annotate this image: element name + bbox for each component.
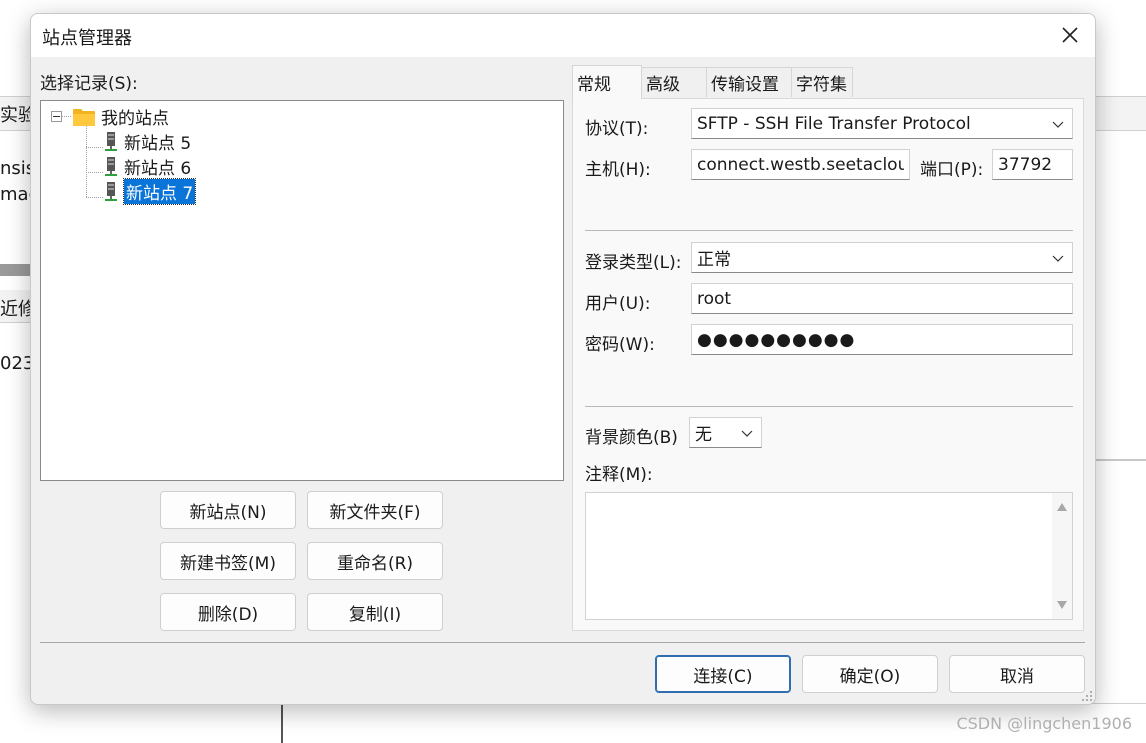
connect-button[interactable]: 连接(C)	[655, 655, 791, 693]
background-color-value: 无	[695, 425, 712, 445]
tree-root-my-sites[interactable]: 我的站点	[72, 104, 169, 129]
server-icon	[105, 182, 117, 201]
password-label: 密码(W):	[585, 335, 655, 355]
select-entry-label: 选择记录(S):	[40, 74, 138, 94]
dialog-title: 站点管理器	[42, 28, 132, 49]
tree-root-label: 我的站点	[101, 109, 169, 129]
background-text: 023/	[0, 353, 30, 374]
chevron-down-icon	[741, 430, 753, 437]
rename-button[interactable]: 重命名(R)	[307, 542, 443, 580]
background-divider	[281, 703, 283, 743]
background-scrollbar	[0, 264, 30, 276]
background-text: nsis	[0, 158, 30, 179]
resize-grip-icon[interactable]	[1081, 690, 1093, 702]
tab-transfer-settings[interactable]: 传输设置	[706, 67, 792, 97]
new-bookmark-button[interactable]: 新建书签(M)	[160, 542, 296, 580]
comments-scrollbar[interactable]	[1052, 493, 1072, 619]
tree-item-site-6[interactable]: 新站点 6	[104, 154, 191, 179]
site-manager-dialog: 站点管理器 选择记录(S): 我的站点 新站点 5 新站点 6 新站点 7 新站…	[30, 13, 1096, 705]
separator	[585, 230, 1073, 231]
background-panel-right	[1094, 96, 1146, 131]
background-color-select[interactable]: 无	[689, 417, 762, 448]
close-icon	[1062, 27, 1078, 43]
chevron-down-icon	[1052, 255, 1064, 262]
port-label: 端口(P):	[920, 160, 984, 180]
background-text: mag	[0, 184, 30, 205]
site-tree[interactable]: 我的站点 新站点 5 新站点 6 新站点 7	[40, 100, 564, 481]
folder-icon	[73, 108, 95, 126]
server-icon	[105, 157, 117, 176]
cancel-button[interactable]: 取消	[949, 655, 1085, 693]
password-input[interactable]: ●●●●●●●●●●	[691, 324, 1073, 355]
tree-line	[86, 172, 103, 173]
scroll-down-icon[interactable]	[1057, 601, 1067, 609]
password-value: ●●●●●●●●●●	[697, 329, 856, 350]
tree-item-site-7[interactable]: 新站点 7	[104, 178, 197, 205]
chevron-down-icon	[1052, 121, 1064, 128]
tab-advanced[interactable]: 高级	[641, 67, 707, 97]
close-button[interactable]	[1055, 20, 1085, 50]
tab-general[interactable]: 常规	[572, 65, 642, 99]
background-text: 实验楼	[0, 105, 30, 126]
server-icon	[105, 132, 117, 151]
tree-item-label-selected: 新站点 7	[122, 178, 197, 205]
duplicate-button[interactable]: 复制(I)	[307, 593, 443, 631]
title-bar: 站点管理器	[31, 14, 1095, 57]
protocol-label: 协议(T):	[585, 119, 649, 139]
background-color-label: 背景颜色(B)	[585, 428, 678, 448]
footer-divider	[40, 642, 1085, 643]
port-input[interactable]	[992, 149, 1073, 180]
user-label: 用户(U):	[585, 294, 651, 314]
tree-line	[61, 116, 71, 117]
host-label: 主机(H):	[585, 160, 651, 180]
tree-line	[86, 126, 87, 197]
logon-type-value: 正常	[697, 250, 731, 270]
background-text: 近修	[0, 299, 30, 320]
host-input[interactable]	[691, 149, 910, 180]
new-folder-button[interactable]: 新文件夹(F)	[307, 491, 443, 529]
tab-charset[interactable]: 字符集	[791, 67, 853, 97]
delete-button[interactable]: 删除(D)	[160, 593, 296, 631]
tree-line	[86, 197, 103, 198]
logon-type-select[interactable]: 正常	[691, 242, 1073, 273]
watermark: CSDN @lingchen1906	[956, 714, 1132, 733]
ok-button[interactable]: 确定(O)	[802, 655, 938, 693]
separator	[585, 406, 1073, 407]
tree-line	[86, 147, 103, 148]
tree-item-label: 新站点 5	[124, 134, 192, 154]
comments-textarea[interactable]	[585, 492, 1073, 620]
scroll-up-icon[interactable]	[1057, 503, 1067, 511]
background-divider	[1094, 459, 1146, 461]
user-input[interactable]	[691, 283, 1073, 314]
tree-item-site-5[interactable]: 新站点 5	[104, 129, 191, 154]
tree-item-label: 新站点 6	[124, 159, 192, 179]
logon-type-label: 登录类型(L):	[585, 253, 682, 273]
protocol-select[interactable]: SFTP - SSH File Transfer Protocol	[691, 108, 1073, 139]
new-site-button[interactable]: 新站点(N)	[160, 491, 296, 529]
protocol-value: SFTP - SSH File Transfer Protocol	[697, 113, 971, 134]
comments-label: 注释(M):	[585, 465, 653, 485]
